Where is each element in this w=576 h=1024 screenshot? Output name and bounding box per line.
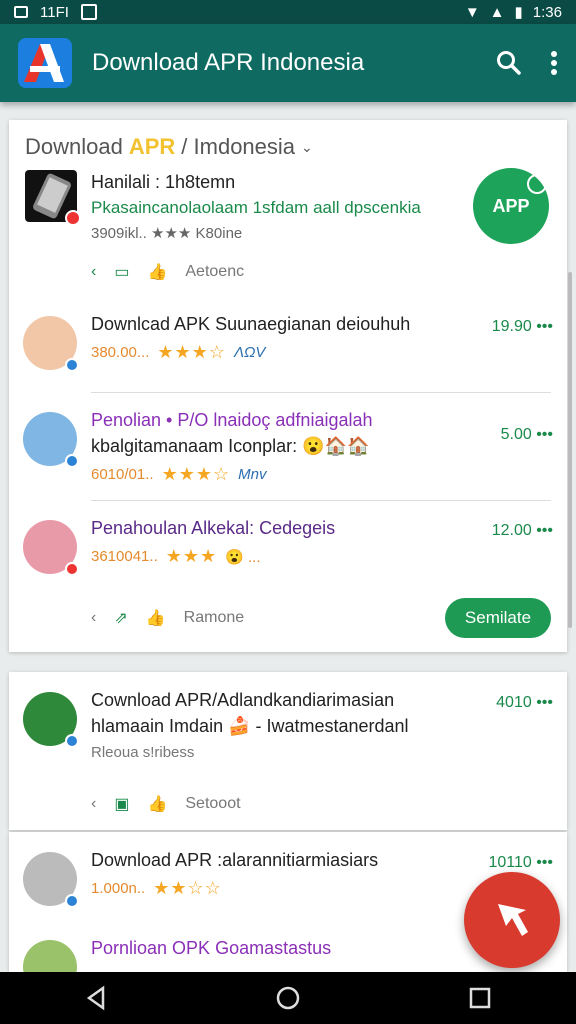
item-price[interactable]: 12.00 ••• — [492, 522, 553, 540]
card-actions: ‹ ⇗ 👍 Ramone — [91, 608, 244, 628]
avatar — [23, 852, 79, 908]
item-tag: Mnv — [238, 466, 267, 483]
screen-icon[interactable]: ▣ — [114, 794, 129, 814]
item-price[interactable]: 4010 ••• — [496, 694, 553, 712]
divider — [91, 392, 551, 393]
apk-download-button[interactable]: APP — [473, 168, 549, 244]
like-icon[interactable]: 👍 — [146, 608, 166, 628]
scrollbar[interactable] — [568, 272, 572, 628]
rating-stars: ★★★ — [165, 546, 218, 566]
featured-app-image[interactable] — [25, 170, 81, 226]
header-accent: APR — [128, 134, 176, 159]
status-bar: 11FI ▼ ▲ ▮ 1:36 — [0, 0, 576, 24]
item-downloads: 380.00... — [91, 344, 150, 361]
signal-icon: ▲ — [489, 3, 505, 21]
item-meta: Rleoua s!ribess — [91, 744, 195, 761]
app-title: Download APR Indonesia — [92, 49, 365, 76]
back-chevron-icon[interactable]: ‹ — [91, 263, 96, 281]
arrow-icon — [498, 904, 528, 936]
back-icon[interactable] — [83, 985, 109, 1011]
rating-stars: ★★☆☆ — [153, 878, 222, 898]
navigation-bar — [0, 972, 576, 1024]
item-subtitle: kbalgitamanaam Iconplar: 😮🏠🏠 — [91, 436, 370, 456]
list-item[interactable]: Downlcad APK Suunaegianan deiouhuh 380.0… — [23, 310, 553, 402]
item-price[interactable]: 5.00 ••• — [501, 426, 553, 444]
item-title: Downlcad APK Suunaegianan deiouhuh — [91, 314, 411, 334]
recents-icon[interactable] — [467, 985, 493, 1011]
featured-actions: ‹ ▭ 👍 Aetoenc — [91, 262, 244, 282]
featured-subtitle: Pkasaincanolaolaam 1sfdam aall dpscenkia — [91, 198, 421, 217]
divider — [91, 500, 551, 501]
item-price[interactable]: 10110 ••• — [488, 854, 553, 872]
header-prefix: Download — [25, 134, 123, 159]
list-item[interactable]: Penolian • P/O lnaidoç adfniaigalah kbal… — [23, 406, 553, 498]
wifi-icon: ▼ — [464, 3, 480, 21]
item-tag: 😮 ... — [225, 548, 261, 566]
avatar — [23, 412, 79, 468]
featured-meta: 3909ikl.. ★★★ K80ine — [91, 225, 243, 242]
status-left-text: 11FI — [40, 3, 69, 21]
item-downloads: 6010/01.. — [91, 466, 154, 483]
item-subtitle: hlamaain Imdain 🍰 - Iwatmestanerdanl — [91, 716, 409, 736]
item-price[interactable]: 19.90 ••• — [492, 318, 553, 336]
floating-action-button[interactable] — [464, 872, 560, 968]
avatar — [23, 316, 79, 372]
logo-icon — [24, 44, 64, 82]
badge-dot — [65, 562, 79, 576]
app-icon — [80, 4, 97, 20]
item-tag: ΛΩV — [233, 344, 266, 361]
back-chevron-icon[interactable]: ‹ — [91, 795, 96, 813]
verified-badge — [65, 358, 79, 372]
chevron-down-icon: ⌄ — [301, 138, 313, 155]
secondary-card: Cownload APR/Adlandkandiarimasian hlamaa… — [9, 672, 567, 830]
featured-badge — [65, 210, 81, 226]
clock: 1:36 — [532, 3, 562, 21]
main-card: Download APR / Imdonesia ⌄ Hanilali : 1h… — [9, 120, 567, 652]
avatar — [23, 520, 79, 576]
item-downloads: 1.000n.. — [91, 880, 146, 897]
header-suffix: / Imdonesia — [181, 134, 296, 159]
featured-action-label[interactable]: Aetoenc — [185, 263, 244, 281]
like-icon[interactable]: 👍 — [147, 794, 167, 814]
app-bar: Download APR Indonesia — [0, 24, 576, 102]
refresh-icon — [527, 174, 547, 194]
search-icon[interactable] — [496, 50, 522, 76]
list-item[interactable]: Penahoulan Alkekal: Cedegeis 3610041.. ★… — [23, 514, 553, 606]
card-action-label[interactable]: Ramone — [184, 609, 244, 627]
item-title: Cownload APR/Adlandkandiarimasian — [91, 690, 395, 710]
card-actions: ‹ ▣ 👍 Setooot — [91, 794, 241, 814]
item-title: Pornlioan OPK Goamastastus — [91, 938, 332, 958]
item-title: Penahoulan Alkekal: Cedegeis — [91, 518, 336, 538]
avatar — [23, 692, 79, 748]
verified-badge — [65, 454, 79, 468]
apk-button-label: APP — [492, 195, 530, 216]
item-title: Download APR :alarannitiarmiasiars — [91, 850, 379, 870]
screen-icon[interactable]: ▭ — [114, 262, 129, 282]
featured-title[interactable]: Hanilali : 1h8temn — [91, 172, 235, 193]
list-item[interactable]: Cownload APR/Adlandkandiarimasian hlamaa… — [23, 686, 553, 778]
rating-stars: ★★★☆ — [157, 342, 226, 362]
rating-stars: ★★★☆ — [161, 464, 231, 484]
item-downloads: 3610041.. — [91, 548, 158, 565]
home-icon[interactable] — [275, 985, 301, 1011]
section-header[interactable]: Download APR / Imdonesia ⌄ — [25, 134, 313, 160]
back-chevron-icon[interactable]: ‹ — [91, 609, 96, 627]
verified-badge — [65, 894, 79, 908]
battery-icon: ▮ — [514, 4, 523, 21]
verified-badge — [65, 734, 79, 748]
notification-icon — [14, 6, 28, 18]
more-options-icon[interactable] — [550, 50, 558, 76]
item-title: Penolian • P/O lnaidoç adfniaigalah — [91, 410, 373, 430]
like-icon[interactable]: 👍 — [147, 262, 167, 282]
card-action-label[interactable]: Setooot — [185, 795, 240, 813]
app-logo[interactable] — [18, 38, 72, 88]
simulate-button[interactable]: Semilate — [445, 598, 551, 638]
share-icon[interactable]: ⇗ — [114, 608, 127, 628]
